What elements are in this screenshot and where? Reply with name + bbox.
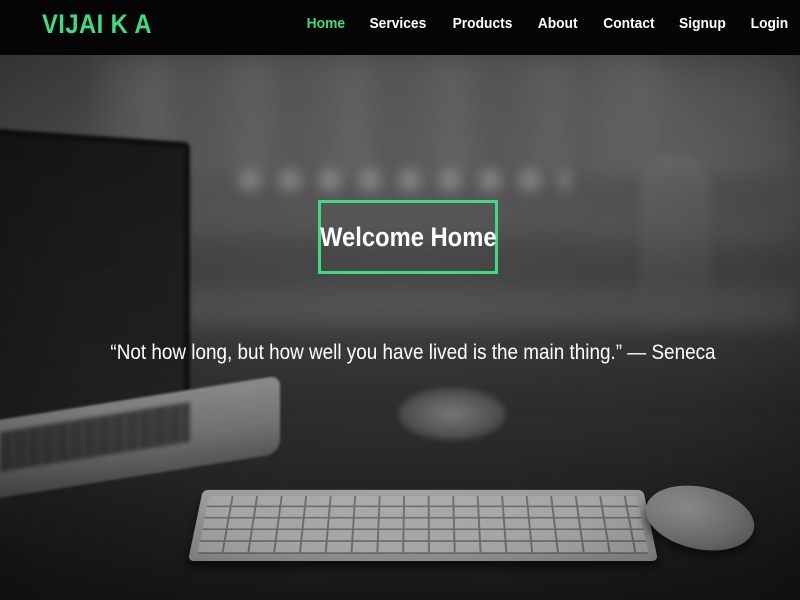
nav-link-contact[interactable]: Contact (603, 15, 654, 32)
hero-quote: “Not how long, but how well you have liv… (110, 341, 716, 364)
nav-link-login[interactable]: Login (751, 15, 789, 32)
nav-link-about[interactable]: About (538, 15, 578, 32)
page: VIJAI K A Home Services Products About C… (0, 0, 800, 600)
nav-link-home[interactable]: Home (306, 15, 344, 32)
nav-menu: Home Services Products About Contact Sig… (284, 0, 790, 46)
nav-link-signup[interactable]: Signup (679, 15, 726, 32)
welcome-heading: Welcome Home (319, 221, 497, 252)
top-navbar: VIJAI K A Home Services Products About C… (0, 0, 800, 55)
background-vignette (0, 55, 800, 600)
brand-logo-link[interactable]: VIJAI K A (42, 9, 152, 40)
welcome-heading-box: Welcome Home (318, 200, 498, 274)
nav-link-services[interactable]: Services (370, 15, 427, 32)
nav-link-products[interactable]: Products (453, 15, 513, 32)
hero-section (0, 55, 800, 600)
